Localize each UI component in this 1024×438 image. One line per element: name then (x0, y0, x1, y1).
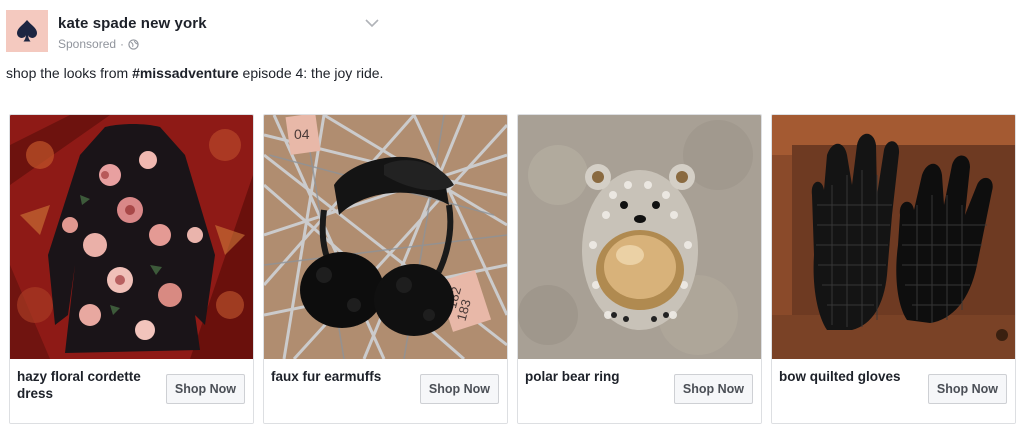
meta-separator: · (120, 37, 125, 51)
page-name-link[interactable]: kate spade new york (58, 15, 207, 32)
post-header: kate spade new york Sponsored · (6, 10, 1016, 58)
product-title[interactable]: bow quilted gloves (779, 368, 929, 385)
carousel-card[interactable]: hazy floral cordette dress Shop Now (9, 114, 254, 424)
post-options-menu[interactable] (362, 15, 382, 31)
shop-now-button[interactable]: Shop Now (927, 374, 1007, 404)
carousel-card[interactable]: polar bear ring Shop Now (517, 114, 762, 424)
card-footer: polar bear ring Shop Now (518, 359, 761, 423)
card-footer: bow quilted gloves Shop Now (772, 359, 1015, 423)
product-image-earmuffs[interactable]: 04 182 183 (264, 115, 507, 359)
caption-text-start: shop the looks from (6, 65, 133, 81)
hashtag-link[interactable]: #missadventure (132, 65, 239, 81)
page-avatar[interactable] (6, 10, 48, 52)
product-title[interactable]: faux fur earmuffs (271, 368, 421, 385)
post-meta: Sponsored · (58, 37, 139, 51)
shop-now-button[interactable]: Shop Now (673, 374, 753, 404)
product-image-gloves[interactable] (772, 115, 1015, 359)
shop-now-button[interactable]: Shop Now (419, 374, 499, 404)
product-title[interactable]: hazy floral cordette dress (17, 368, 167, 402)
globe-icon[interactable] (128, 38, 139, 50)
carousel-card[interactable]: 04 182 183 faux fur earmuffs Shop Now (263, 114, 508, 424)
card-footer: hazy floral cordette dress Shop Now (10, 359, 253, 423)
chevron-down-icon (365, 18, 379, 27)
tag-number: 04 (294, 126, 310, 142)
spade-icon (17, 20, 37, 42)
carousel-card[interactable]: bow quilted gloves Shop Now (771, 114, 1016, 424)
product-title[interactable]: polar bear ring (525, 368, 675, 385)
card-footer: faux fur earmuffs Shop Now (264, 359, 507, 423)
product-carousel: hazy floral cordette dress Shop Now 04 1… (9, 114, 1019, 424)
sponsored-label[interactable]: Sponsored (58, 37, 116, 51)
post-caption: shop the looks from #missadventure episo… (6, 64, 386, 83)
product-image-dress[interactable] (10, 115, 253, 359)
caption-text-end: episode 4: the joy ride. (238, 65, 384, 81)
shop-now-button[interactable]: Shop Now (165, 374, 245, 404)
product-image-ring[interactable] (518, 115, 761, 359)
